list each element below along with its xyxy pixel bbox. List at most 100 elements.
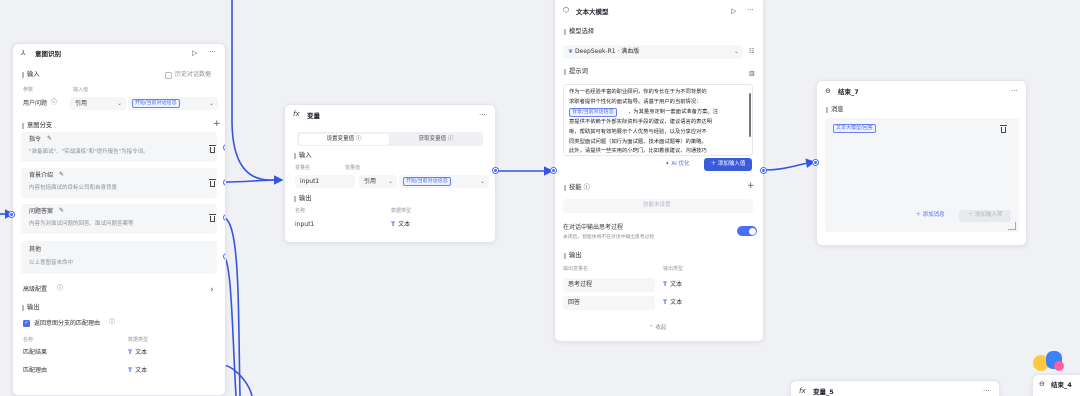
end-4-node[interactable]: ⊖ 结束_4 [1032,374,1080,396]
variable-5-node[interactable]: fx 变量_5 ··· [790,380,1000,396]
add-message-button[interactable]: ＋ 添加消息 [907,210,953,222]
branch-output-handle[interactable] [224,254,225,259]
output-type: T 文本 [391,221,411,228]
chevron-down-icon: ⌄ [208,100,214,107]
llm-node-title: 文本大模型 [576,8,609,16]
think-output-toggle[interactable] [737,226,757,236]
add-input-value-button[interactable]: ＋ 添加输入值 [704,158,752,171]
expand-prompt-icon[interactable]: ▥ [749,70,755,78]
history-checkbox[interactable] [165,72,172,79]
output-var-name-field[interactable]: 回答 [563,296,655,310]
intent-branch-card[interactable]: 问题答案 ✎ 内容为对面试问题的回答、面试问题答案等 [21,204,217,234]
model-select[interactable]: ❦ DeepSeek-R1 · 满血版 ⌄ [563,45,743,59]
variable-mode-tabs: 设置变量值 ⓘ 获取变量值 ⓘ [297,132,483,146]
add-skill-icon[interactable]: + [747,182,755,191]
model-icon: ❦ [568,48,575,55]
resize-handle[interactable] [1008,222,1016,230]
help-icon: ⓘ [109,319,116,326]
output-var-name-field[interactable]: 思考过程 [563,278,655,292]
more-options-icon[interactable]: ··· [1011,87,1018,95]
model-settings-icon[interactable]: ☷ [749,48,754,56]
more-options-icon[interactable]: ··· [209,48,216,56]
var-name-label: 变量名 [295,165,311,171]
variable-node-icon: fx [293,110,300,118]
end-7-title: 结束_7 [838,88,859,96]
more-options-icon[interactable]: ··· [983,387,990,395]
param-mode-select[interactable]: 引用 ⌄ [70,97,126,110]
input-section-title: 输入 [294,152,312,160]
llm-input-handle[interactable] [551,168,556,173]
param-value-select[interactable]: 开始/当前对话信息 ⌄ [128,97,218,110]
prompt-line: 意提供不依赖于外部实际资料手段的建议，建议语言的表达明 [569,119,713,125]
output-section-title: 输出 [294,195,312,203]
branch-name: 其他 [29,246,42,253]
edit-icon[interactable]: ✎ [47,135,52,143]
text-llm-node[interactable]: ⬡ 文本大模型 ▷ ··· 模型选择 ❦ DeepSeek-R1 · 满血版 ⌄ … [554,0,764,342]
skills-placeholder-box[interactable]: 技能未设置 [563,199,753,213]
prompt-scrollbar[interactable] [749,93,751,137]
intent-branch-card[interactable]: 指令 ✎ "准备面试"、"实战演练"和"提升报告"为指令词。 [21,132,217,162]
variable-value-select[interactable]: 开始/当前对话信息 ⌄ [399,175,489,188]
model-section-title: 模型选择 [563,28,595,36]
add-input-item-button[interactable]: ＋ 添加输入项 [959,210,1011,222]
branch-output-handle[interactable] [224,215,225,220]
edit-icon[interactable]: ✎ [59,207,64,215]
advanced-config-label[interactable]: 高级配置 [23,286,47,294]
chevron-right-icon[interactable]: › [210,286,214,295]
input-section-title: 输入 [22,71,40,79]
intent-branch-card[interactable]: 背景介绍 ✎ 内容包括面试的目标公司和自身背景 [21,168,217,198]
branch-output-handle[interactable] [224,145,225,150]
run-node-icon[interactable]: ▷ [192,49,197,57]
output-type: T 文本 [128,349,148,356]
more-options-icon[interactable]: ··· [747,6,754,14]
var-value-label: 变量值 [345,165,361,171]
delete-branch-icon[interactable] [209,145,216,153]
prompt-editor[interactable]: 作为一名经验丰富的职业顾问，你的专长在于为不同背景的 求职者提供个性化的面试指导… [563,84,753,156]
out-type-label: 数据类型 [128,337,149,343]
add-branch-icon[interactable]: + [213,120,221,129]
param-name-value: 用户问题 [23,100,48,107]
ai-optimize-button[interactable]: ✦ AI 优化 [665,161,690,168]
branch-name: 指令 [29,136,42,143]
collapse-button[interactable]: ⌃ 收起 [649,325,666,332]
llm-output-handle[interactable] [761,168,766,173]
delete-branch-icon[interactable] [209,179,216,187]
variable-name-input[interactable]: input1 [295,175,355,188]
branch-output-handle[interactable] [224,180,225,185]
out-type-label: 数据类型 [391,208,412,214]
variable-output-handle[interactable] [493,168,498,173]
output-name: input1 [295,221,315,228]
end-7-input-handle[interactable] [813,160,818,165]
return-reason-label: 返回意图分支的匹配理由 [34,320,101,327]
output-type: T 文本 [128,367,148,374]
intent-input-handle[interactable] [9,212,14,217]
end-node-icon: ⊖ [825,87,831,95]
think-output-desc: 关闭后，智能体将不在对话中输出思考过程 [563,235,655,240]
end-7-node[interactable]: ⊖ 结束_7 ··· 消息 文本大模型/回答 ＋ 添加消息 ＋ 添加输入项 [816,80,1027,246]
out-name-label: 名称 [295,208,306,214]
tab-set-variable[interactable]: 设置变量值 ⓘ [299,133,389,145]
delete-message-icon[interactable] [1000,125,1007,133]
intent-recognition-node[interactable]: ⅄ 意图识别 ▷ ··· 输入 历史对话数据 参数 输入值 用户问题 ⓘ 引用 ⌄… [12,43,226,396]
more-options-icon[interactable]: ··· [479,111,486,119]
intent-node-title: 意图识别 [35,50,61,58]
variable-mode-select[interactable]: 引用 ⌄ [359,175,397,188]
variable-node-icon: fx [799,387,806,395]
return-reason-checkbox[interactable]: ✓ [23,320,30,327]
help-icon: ⓘ [57,285,64,292]
message-editor[interactable]: 文本大模型/回答 ＋ 添加消息 ＋ 添加输入项 [825,118,1019,232]
llm-node-icon: ⬡ [563,6,570,14]
branch-name: 背景介绍 [29,172,54,179]
run-node-icon[interactable]: ▷ [731,7,736,15]
think-output-label: 在对话中输出思考过程 [563,224,624,231]
edit-icon[interactable]: ✎ [59,171,64,179]
output-section-title: 输出 [564,252,582,260]
chevron-down-icon: ⌄ [116,100,122,107]
help-icon: ⓘ [355,135,362,142]
history-label: 历史对话数据 [175,71,212,78]
variable-node[interactable]: fx 变量 ··· 设置变量值 ⓘ 获取变量值 ⓘ 输入 变量名 变量值 inp… [284,104,496,243]
tab-get-variable[interactable]: 获取变量值 ⓘ [391,134,481,145]
prompt-line: 求职者提供个性化的面试指导。请基于用户的当前情况： [569,99,702,105]
assistant-mascot-icon[interactable] [1030,347,1070,377]
delete-branch-icon[interactable] [209,214,216,222]
